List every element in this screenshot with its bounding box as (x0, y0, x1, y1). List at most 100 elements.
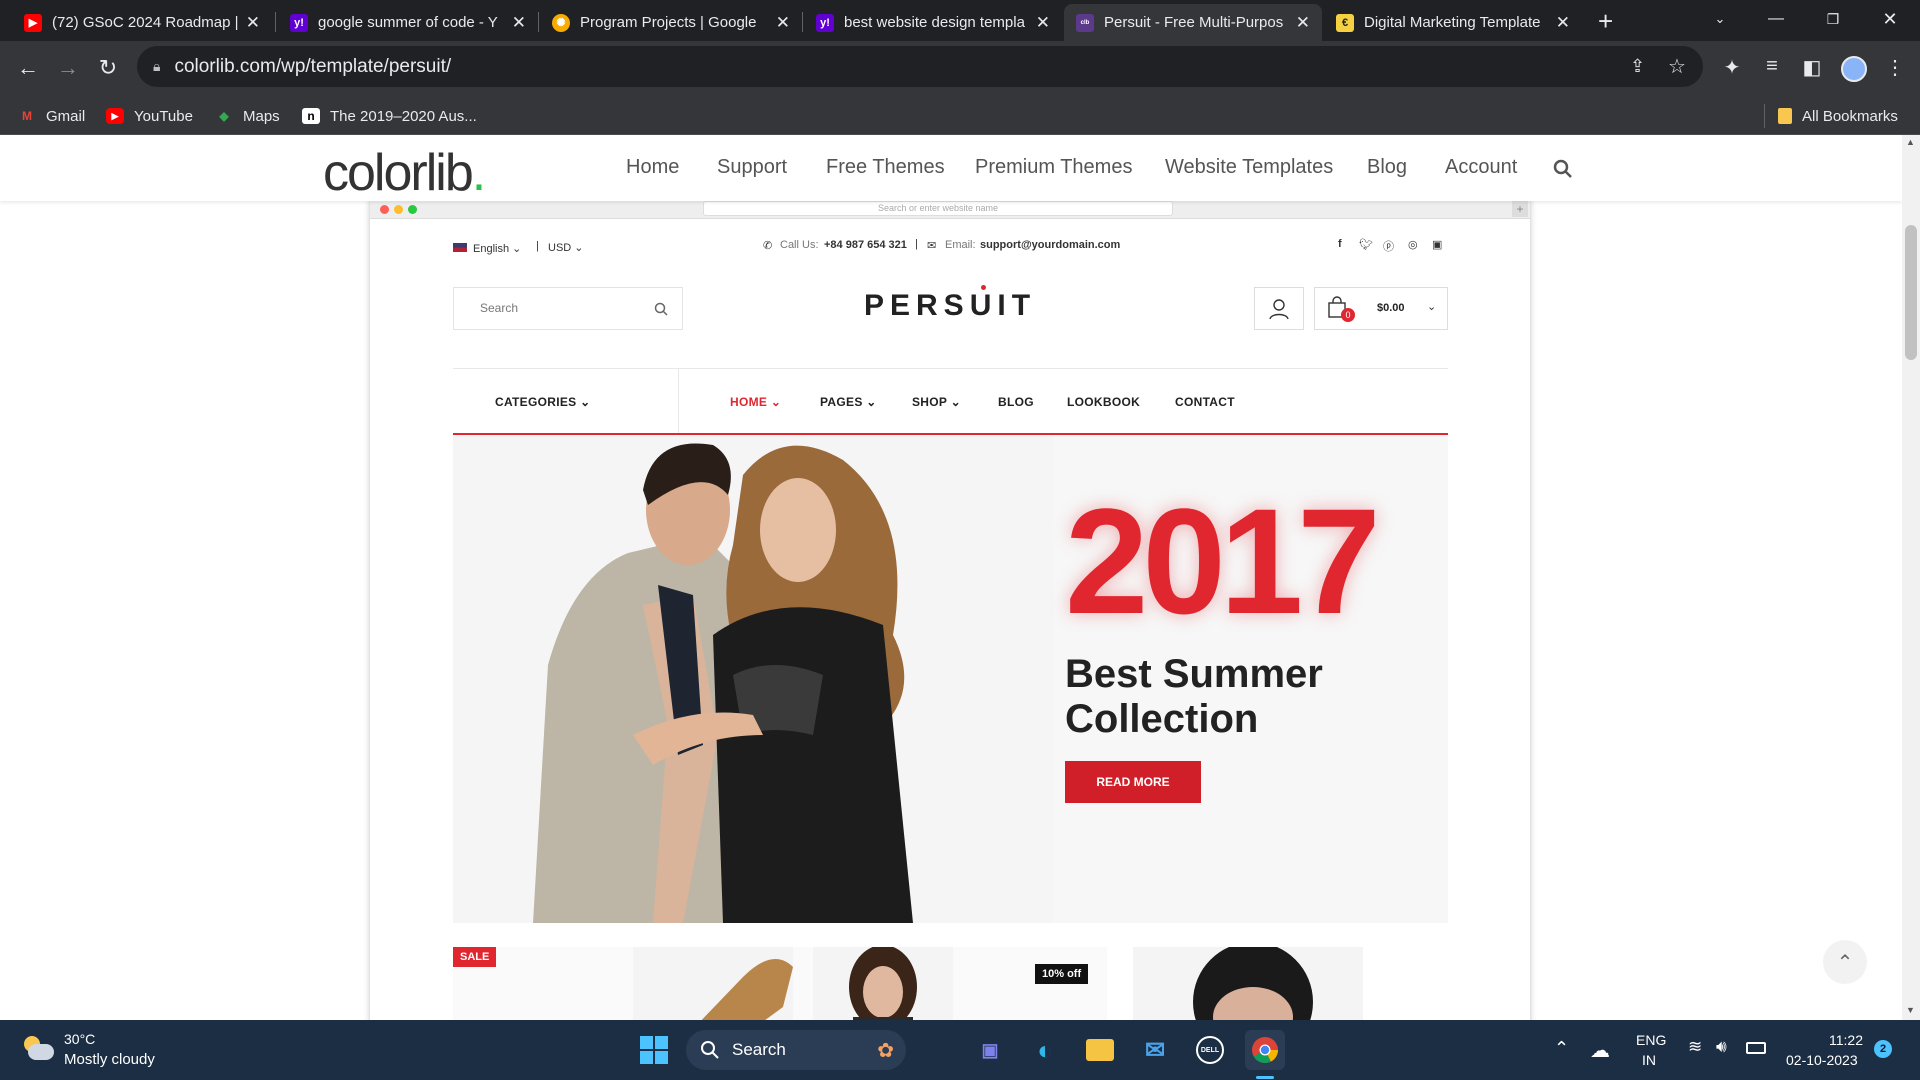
youtube-icon[interactable]: ▣ (1432, 238, 1442, 251)
lock-icon[interactable]: 🔒︎ (153, 58, 160, 75)
address-bar[interactable]: 🔒︎ colorlib.com/wp/template/persuit/ ⇪ ☆ (137, 46, 1703, 87)
close-icon[interactable]: ✕ (776, 13, 790, 33)
back-icon[interactable]: ← (10, 50, 46, 86)
windows-start-icon[interactable] (634, 1030, 674, 1070)
weather-description[interactable]: Mostly cloudy (64, 1051, 155, 1068)
product-card-man[interactable] (1133, 947, 1363, 1020)
profile-avatar[interactable] (1841, 56, 1867, 82)
weather-icon[interactable] (20, 1034, 56, 1062)
weather-temperature[interactable]: 30°C (64, 1031, 95, 1047)
tab-search-icon[interactable]: ⌄ (1694, 0, 1746, 38)
new-tab-icon[interactable]: + (1598, 6, 1613, 37)
scroll-down-icon[interactable]: ▼ (1906, 1005, 1915, 1015)
nav-website-templates[interactable]: Website Templates (1165, 156, 1333, 179)
user-icon (1269, 299, 1289, 320)
nav-home[interactable]: Home (626, 156, 679, 179)
side-panel-icon[interactable]: ◧ (1797, 55, 1827, 80)
page-scrollbar[interactable]: ▲ ▼ (1902, 135, 1920, 1020)
restore-icon[interactable]: ❐ (1807, 0, 1859, 38)
close-icon[interactable]: ✕ (1036, 13, 1050, 33)
edge-icon[interactable]: ◐ (1025, 1030, 1065, 1070)
product-card-discount[interactable]: 10% off (793, 947, 1107, 1020)
nav-blog[interactable]: Blog (1367, 156, 1407, 179)
taskbar-search-box[interactable]: Search ✿ (686, 1030, 906, 1070)
wifi-icon[interactable]: ≋ (1688, 1037, 1702, 1057)
account-button[interactable] (1254, 287, 1304, 330)
tab-google-summer-of-code[interactable]: y! google summer of code - Y ✕ (278, 4, 538, 41)
close-icon[interactable]: ✕ (1296, 13, 1310, 33)
forward-icon[interactable]: → (50, 50, 86, 86)
menu-home[interactable]: HOME ⌄ (730, 395, 781, 409)
bookmark-maps[interactable]: ◆ Maps (215, 104, 279, 128)
tab-title: (72) GSoC 2024 Roadmap | (52, 14, 238, 31)
colorlib-logo[interactable]: colorlib. (323, 143, 486, 203)
language-selector[interactable]: English ⌄ (473, 242, 521, 255)
close-icon[interactable]: ✕ (1556, 13, 1570, 33)
search-icon[interactable] (1553, 159, 1573, 179)
all-bookmarks[interactable]: All Bookmarks (1778, 104, 1898, 128)
store-search-input[interactable]: Search (453, 287, 683, 330)
search-icon[interactable] (654, 302, 668, 316)
notification-badge[interactable]: 2 (1874, 1040, 1892, 1058)
bookmark-gmail[interactable]: M Gmail (18, 104, 85, 128)
tab-digital-marketing[interactable]: € Digital Marketing Template ✕ (1324, 4, 1582, 41)
more-menu-icon[interactable]: ⋮ (1880, 55, 1910, 80)
reload-icon[interactable]: ↻ (90, 50, 126, 86)
menu-shop[interactable]: SHOP ⌄ (912, 395, 961, 409)
volume-icon[interactable]: 🔊︎ (1716, 1037, 1727, 1057)
instagram-icon[interactable]: ◎ (1408, 238, 1418, 251)
tab-title: google summer of code - Y (318, 14, 498, 31)
menu-contact[interactable]: CONTACT (1175, 395, 1235, 409)
bookmark-youtube[interactable]: ▶ YouTube (106, 104, 193, 128)
preview-dot-yellow (394, 205, 403, 214)
scrollbar-thumb[interactable] (1905, 225, 1917, 360)
extensions-icon[interactable]: ✦ (1717, 55, 1747, 80)
tab-program-projects[interactable]: ✺ Program Projects | Google ✕ (540, 4, 802, 41)
nav-account[interactable]: Account (1445, 156, 1517, 179)
scroll-up-icon[interactable]: ▲ (1906, 137, 1915, 147)
facebook-icon[interactable]: f (1338, 238, 1342, 250)
share-icon[interactable]: ⇪ (1630, 56, 1645, 77)
close-icon[interactable]: ✕ (512, 13, 526, 33)
minimize-icon[interactable]: — (1750, 0, 1802, 38)
menu-lookbook[interactable]: LOOKBOOK (1067, 395, 1140, 409)
language-indicator[interactable]: ENG (1636, 1032, 1666, 1048)
chrome-icon[interactable] (1245, 1030, 1285, 1070)
nav-support[interactable]: Support (717, 156, 787, 179)
onedrive-icon[interactable]: ☁ (1590, 1038, 1610, 1063)
cart-button[interactable]: 0 $0.00 ⌄ (1314, 287, 1448, 330)
tab-gsoc-roadmap[interactable]: ▶ (72) GSoC 2024 Roadmap | ✕ (12, 4, 272, 41)
bookmark-star-icon[interactable]: ☆ (1668, 54, 1686, 79)
categories-menu[interactable]: CATEGORIES ⌄ (495, 395, 590, 409)
twitter-icon[interactable]: 🐦︎ (1359, 238, 1373, 251)
mail-icon[interactable]: ✉ (1135, 1030, 1175, 1070)
region-indicator[interactable]: IN (1642, 1052, 1656, 1068)
window-close-icon[interactable]: ✕ (1864, 0, 1916, 38)
file-explorer-icon[interactable] (1080, 1030, 1120, 1070)
persuit-logo[interactable]: PERSUIT (864, 285, 1036, 323)
currency-selector[interactable]: USD ⌄ (548, 241, 584, 254)
read-more-button[interactable]: READ MORE (1065, 761, 1201, 803)
clock-time[interactable]: 11:22 (1829, 1032, 1863, 1048)
tab-title: Persuit - Free Multi-Purpos (1104, 14, 1284, 31)
nav-premium-themes[interactable]: Premium Themes (975, 156, 1132, 179)
pinterest-icon[interactable]: ⓟ (1383, 238, 1394, 254)
menu-pages[interactable]: PAGES ⌄ (820, 395, 877, 409)
tab-best-website-design[interactable]: y! best website design templa ✕ (804, 4, 1062, 41)
clock-date[interactable]: 02-10-2023 (1786, 1052, 1858, 1068)
menu-blog[interactable]: BLOG (998, 395, 1034, 409)
nav-free-themes[interactable]: Free Themes (826, 156, 945, 179)
back-to-top-button[interactable]: ⌃ (1823, 940, 1867, 984)
yahoo-icon: y! (290, 13, 308, 32)
teams-icon[interactable]: ▣ (970, 1030, 1010, 1070)
colorlib-icon: clb (1076, 13, 1094, 32)
close-icon[interactable]: ✕ (246, 13, 260, 33)
show-hidden-icons[interactable]: ⌃ (1554, 1038, 1569, 1059)
dell-icon[interactable]: DELL (1190, 1030, 1230, 1070)
reading-list-icon[interactable]: ≡ (1757, 55, 1787, 78)
battery-icon[interactable] (1746, 1042, 1766, 1054)
cart-total: $0.00 (1377, 302, 1405, 314)
bookmark-notion[interactable]: n The 2019–2020 Aus... (302, 104, 477, 128)
url-text[interactable]: colorlib.com/wp/template/persuit/ (174, 56, 451, 78)
tab-persuit[interactable]: clb Persuit - Free Multi-Purpos ✕ (1064, 4, 1322, 41)
